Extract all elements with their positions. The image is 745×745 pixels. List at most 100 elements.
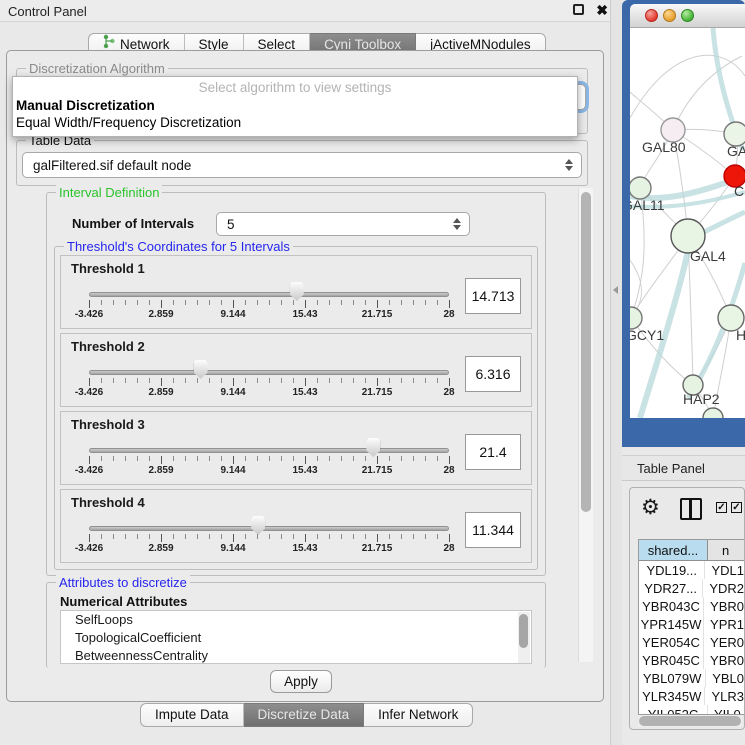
tick-mark bbox=[269, 300, 270, 305]
tick-mark bbox=[113, 378, 114, 383]
tick-mark bbox=[149, 456, 150, 461]
cell-name[interactable]: YDL1 bbox=[705, 561, 744, 579]
checkbox-icon[interactable]: ✓ bbox=[731, 502, 742, 513]
cell-name[interactable]: YIL0 bbox=[708, 705, 744, 715]
interval-definition-title: Interval Definition bbox=[56, 185, 162, 200]
column-header-name[interactable]: n bbox=[708, 540, 744, 560]
table-row[interactable]: YIL052CYIL0 bbox=[639, 705, 744, 715]
slider-track[interactable] bbox=[89, 292, 449, 297]
splitter-arrow-icon[interactable] bbox=[613, 286, 618, 294]
cell-name[interactable]: YBR0 bbox=[704, 597, 744, 615]
table-panel-toolbar: ⚙ ✓ ✓ bbox=[630, 488, 744, 534]
tab-infer-network[interactable]: Infer Network bbox=[364, 703, 473, 727]
close-traffic-light[interactable] bbox=[645, 9, 658, 22]
number-of-intervals-label: Number of Intervals bbox=[72, 216, 194, 231]
list-item[interactable]: TopologicalCoefficient bbox=[61, 629, 531, 647]
cell-shared-name[interactable]: YDL19... bbox=[639, 561, 705, 579]
table-row[interactable]: YLR345WYLR3 bbox=[639, 687, 744, 705]
cell-name[interactable]: YBR0 bbox=[704, 651, 744, 669]
tick-mark bbox=[389, 534, 390, 539]
split-columns-icon[interactable] bbox=[680, 498, 702, 520]
gear-icon[interactable]: ⚙ bbox=[641, 495, 660, 520]
threshold-value-field[interactable]: 6.316 bbox=[465, 356, 521, 392]
tick-mark bbox=[329, 534, 330, 539]
cell-name[interactable]: YPR1 bbox=[704, 615, 744, 633]
slider-handle[interactable] bbox=[194, 360, 208, 379]
table-row[interactable]: YER054CYER0 bbox=[639, 633, 744, 651]
slider-handle[interactable] bbox=[366, 438, 380, 457]
cell-shared-name[interactable]: YBR043C bbox=[639, 597, 704, 615]
tick-mark bbox=[281, 300, 282, 305]
number-of-intervals-value: 5 bbox=[227, 217, 235, 232]
algorithm-placeholder-option[interactable]: Select algorithm to view settings bbox=[13, 77, 577, 97]
threshold-label: Threshold 3 bbox=[71, 417, 145, 432]
threshold-value-field[interactable]: 11.344 bbox=[465, 512, 521, 548]
cell-shared-name[interactable]: YDR27... bbox=[639, 579, 703, 597]
node-attribute-table[interactable]: shared... n YDL19...YDL1YDR27...YDR2YBR0… bbox=[638, 539, 744, 715]
tick-mark bbox=[401, 456, 402, 461]
algorithm-option-equal-width[interactable]: Equal Width/Frequency Discretization bbox=[13, 114, 577, 131]
cell-shared-name[interactable]: YPR145W bbox=[639, 615, 704, 633]
tick-mark bbox=[149, 534, 150, 539]
list-item[interactable]: BetweennessCentrality bbox=[61, 647, 531, 664]
table-row[interactable]: YBR043CYBR0 bbox=[639, 597, 744, 615]
slider-handle[interactable] bbox=[251, 516, 265, 535]
table-row[interactable]: YPR145WYPR1 bbox=[639, 615, 744, 633]
table-row[interactable]: YDR27...YDR2 bbox=[639, 579, 744, 597]
cell-name[interactable]: YER0 bbox=[704, 633, 744, 651]
scrollbar-thumb[interactable] bbox=[639, 716, 741, 726]
numerical-attributes-list[interactable]: SelfLoopsTopologicalCoefficientBetweenne… bbox=[60, 610, 532, 664]
table-row[interactable]: YBL079WYBL0 bbox=[639, 669, 744, 687]
slider-track[interactable] bbox=[89, 448, 449, 453]
cell-shared-name[interactable]: YBR045C bbox=[639, 651, 704, 669]
tick-mark bbox=[197, 378, 198, 383]
cell-shared-name[interactable]: YIL052C bbox=[639, 705, 708, 715]
checkbox-icon[interactable]: ✓ bbox=[716, 502, 727, 513]
float-icon[interactable] bbox=[573, 4, 584, 15]
cell-name[interactable]: YDR2 bbox=[703, 579, 744, 597]
network-canvas[interactable]: GAL80GACGAL11GAL4GCY1HHAP2 bbox=[630, 28, 745, 418]
network-window-titlebar[interactable] bbox=[630, 4, 745, 28]
tick-mark bbox=[425, 300, 426, 305]
cell-name[interactable]: YBL0 bbox=[706, 669, 744, 687]
table-data-combobox[interactable]: galFiltered.sif default node bbox=[22, 152, 582, 178]
tick-mark bbox=[377, 300, 378, 308]
close-icon[interactable]: ✖ bbox=[596, 2, 608, 19]
tab-discretize-data[interactable]: Discretize Data bbox=[244, 703, 365, 727]
scrollbar-thumb[interactable] bbox=[519, 614, 528, 648]
panel-splitter[interactable] bbox=[610, 0, 622, 745]
slider-track[interactable] bbox=[89, 526, 449, 531]
slider-track[interactable] bbox=[89, 370, 449, 375]
table-horizontal-scrollbar[interactable] bbox=[638, 715, 742, 727]
slider-tick-labels: -3.4262.8599.14415.4321.71528 bbox=[89, 465, 449, 479]
network-node-gal11[interactable] bbox=[630, 177, 651, 199]
tick-mark bbox=[89, 300, 90, 308]
control-panel-scrollbar[interactable] bbox=[578, 188, 593, 662]
minimize-traffic-light[interactable] bbox=[663, 9, 676, 22]
threshold-value-field[interactable]: 21.4 bbox=[465, 434, 521, 470]
number-of-intervals-spinner[interactable]: 5 bbox=[216, 212, 470, 236]
slider-handle[interactable] bbox=[290, 282, 304, 301]
tick-mark bbox=[353, 456, 354, 461]
threshold-value-field[interactable]: 14.713 bbox=[465, 278, 521, 314]
column-header-shared-name[interactable]: shared... bbox=[639, 540, 708, 560]
apply-button[interactable]: Apply bbox=[270, 670, 332, 693]
tick-mark bbox=[317, 456, 318, 461]
tick-label: -3.426 bbox=[75, 465, 103, 476]
scrollbar-thumb[interactable] bbox=[581, 192, 591, 512]
table-row[interactable]: YBR045CYBR0 bbox=[639, 651, 744, 669]
cell-shared-name[interactable]: YBL079W bbox=[639, 669, 706, 687]
tick-mark bbox=[233, 534, 234, 542]
network-node[interactable] bbox=[703, 408, 723, 418]
network-node-label: GAL80 bbox=[642, 139, 686, 155]
tab-impute-data[interactable]: Impute Data bbox=[140, 703, 244, 727]
zoom-traffic-light[interactable] bbox=[681, 9, 694, 22]
network-node-gcy1[interactable] bbox=[630, 307, 642, 329]
list-item[interactable]: SelfLoops bbox=[61, 611, 531, 629]
cell-name[interactable]: YLR3 bbox=[705, 687, 744, 705]
table-row[interactable]: YDL19...YDL1 bbox=[639, 561, 744, 579]
attributes-list-scrollbar[interactable] bbox=[518, 612, 530, 664]
cell-shared-name[interactable]: YLR345W bbox=[639, 687, 705, 705]
algorithm-option-manual[interactable]: Manual Discretization bbox=[13, 97, 577, 114]
cell-shared-name[interactable]: YER054C bbox=[639, 633, 704, 651]
